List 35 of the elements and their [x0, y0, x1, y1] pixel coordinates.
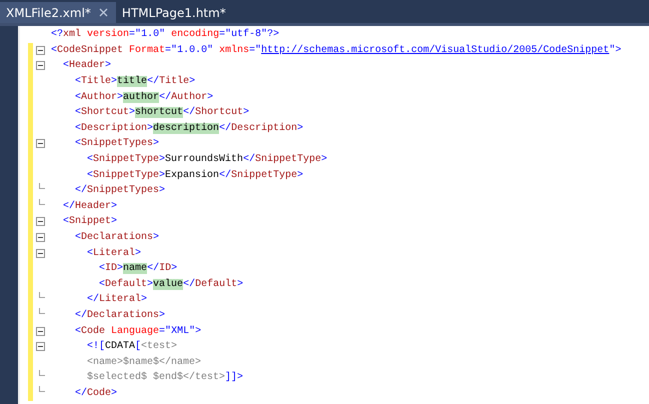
code-line: <SnippetType>Expansion</SnippetType> — [86, 170, 304, 181]
code-line: <Code Language="XML"> — [74, 326, 202, 337]
document-tab[interactable]: HTMLPage1.htm* — [116, 2, 234, 23]
code-line: <name>$name$</name> — [86, 356, 202, 368]
code-line: </Header> — [62, 200, 118, 212]
code-line: <SnippetTypes> — [74, 138, 160, 150]
code-line: $selected$ $end$</test>]]> — [86, 372, 244, 384]
code-line: <Default>value</Default> — [98, 278, 244, 290]
code-line: <Header> — [62, 60, 112, 72]
collapse-icon[interactable] — [36, 342, 44, 352]
collapse-icon[interactable] — [36, 61, 44, 70]
code-line: </Literal> — [86, 294, 148, 306]
collapse-icon[interactable] — [36, 248, 44, 258]
code-line: <Description>description</Description> — [74, 122, 304, 134]
close-icon[interactable] — [98, 8, 108, 17]
collapse-icon[interactable] — [36, 326, 44, 336]
collapse-icon[interactable] — [36, 46, 44, 55]
code-line: <Title>title</Title> — [74, 76, 196, 88]
code-line: <![CDATA[<test> — [86, 341, 178, 352]
code-line: <Literal> — [86, 248, 142, 259]
code-line: </Declarations> — [74, 310, 166, 321]
code-line: <SnippetType>SurroundsWith</SnippetType> — [86, 154, 328, 166]
code-line: <Author>author</Author> — [74, 92, 214, 103]
code-line: <Shortcut>shortcut</Shortcut> — [74, 107, 250, 118]
code-line: <CodeSnippet Format="1.0.0" xmlns="http://schemas.microsoft.com/VisualStudio/2005/CodeSnippet"> — [50, 44, 622, 56]
code-line: </Code> — [74, 388, 118, 399]
collapse-icon[interactable] — [36, 139, 44, 148]
code-line: <ID>name</ID> — [98, 263, 178, 274]
code-line: <?xml version="1.0" encoding="utf-8"?> — [50, 29, 280, 40]
code-line: <Snippet> — [62, 216, 118, 228]
code-line: <Declarations> — [74, 232, 160, 244]
collapse-icon[interactable] — [36, 233, 44, 242]
document-tab[interactable]: XMLFile2.xml* — [0, 2, 116, 23]
collapse-icon[interactable] — [36, 217, 44, 226]
code-line: </SnippetTypes> — [74, 185, 166, 196]
